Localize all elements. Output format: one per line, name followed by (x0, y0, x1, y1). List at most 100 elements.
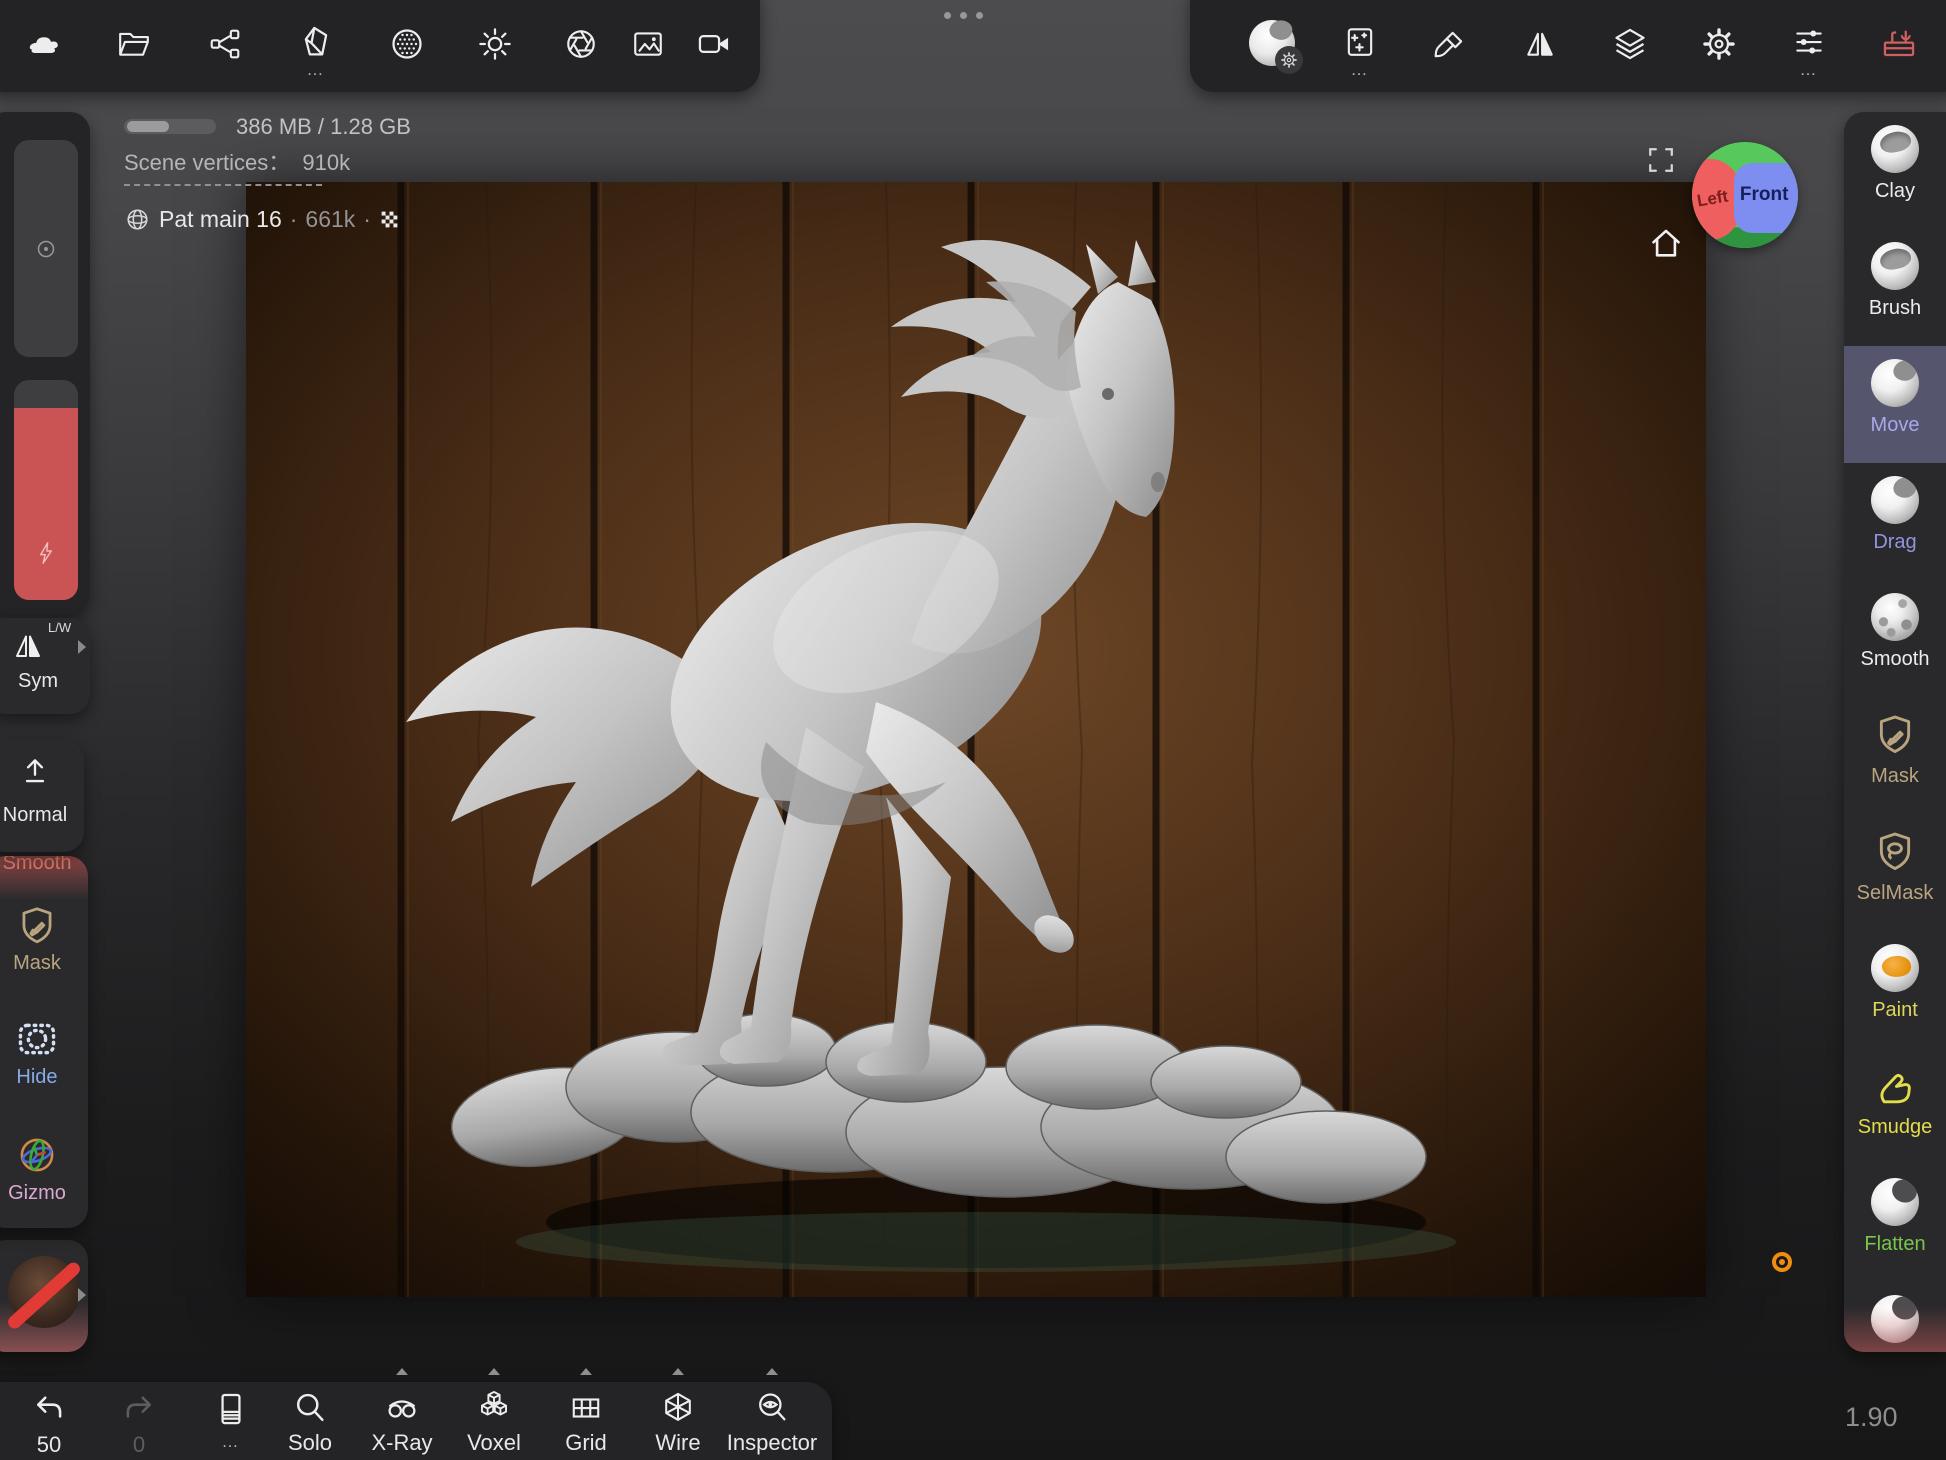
selmask-shield-icon (1872, 829, 1918, 875)
scene-vertices-text: Scene vertices： 910k (124, 145, 350, 177)
gizmo-tool-button[interactable]: Gizmo (0, 1132, 81, 1205)
home-icon (1647, 225, 1685, 263)
brush-item-partial[interactable] (1844, 1282, 1946, 1352)
postprocess-button[interactable] (563, 26, 599, 62)
active-layer-count: 661k (305, 206, 355, 233)
top-right-toolbar (1190, 0, 1946, 92)
brush-item-drag[interactable]: Drag (1844, 463, 1946, 580)
scene-graph-button[interactable] (207, 26, 243, 62)
sun-icon (477, 26, 513, 62)
left-sliders-panel (0, 112, 90, 614)
fullscreen-button[interactable] (1645, 144, 1677, 176)
wire-gem-icon (660, 1390, 696, 1426)
fullscreen-icon (1646, 145, 1676, 175)
redo-button[interactable] (120, 1392, 156, 1428)
brush-item-smudge[interactable]: Smudge (1844, 1048, 1946, 1165)
paint-brush-thumb (1871, 944, 1919, 992)
brush-sidebar: Clay Brush Move Drag Smooth Mask SelMask (1844, 112, 1946, 1352)
xray-glasses-icon (384, 1390, 420, 1426)
brush-preview-button[interactable] (1249, 20, 1295, 66)
wire-button[interactable] (660, 1390, 696, 1426)
viewport-canvas[interactable] (246, 182, 1706, 1297)
brush-item-brush[interactable]: Brush (1844, 229, 1946, 346)
inspector-button[interactable] (754, 1390, 790, 1426)
symmetry-button[interactable] (1522, 26, 1558, 62)
xray-button[interactable] (384, 1390, 420, 1426)
inspector-eye-icon (754, 1390, 790, 1426)
redo-icon (121, 1393, 155, 1427)
nav-orientation-sphere[interactable]: Left Front (1692, 142, 1798, 248)
voxel-button[interactable] (476, 1388, 512, 1424)
intensity-slider[interactable] (14, 380, 78, 600)
hide-tool-button[interactable]: Hide (0, 1016, 81, 1089)
smooth-tool-label[interactable]: Smooth (0, 856, 88, 875)
mesh-primitive-button[interactable] (298, 24, 334, 60)
sparkles-square-icon (1343, 25, 1377, 59)
alpha-disabled-button[interactable] (0, 1240, 88, 1352)
material-button[interactable] (389, 26, 425, 62)
inspector-label: Inspector (717, 1430, 827, 1456)
alpha-expand-arrow[interactable] (78, 1288, 86, 1302)
gear-icon (1701, 26, 1737, 62)
stroke-normal-button[interactable]: Normal (0, 740, 84, 852)
intensity-fill (14, 408, 78, 600)
drag-label: Drag (1873, 531, 1916, 554)
undo-icon (33, 1393, 67, 1427)
checker-icon (379, 209, 400, 230)
layers-button[interactable] (1612, 26, 1648, 62)
background-button[interactable] (630, 26, 666, 62)
memory-usage-text: 386 MB / 1.28 GB (236, 114, 411, 140)
scene-vertices-value: 910k (302, 150, 350, 175)
stamps-button[interactable] (1342, 24, 1378, 60)
toolbox-button[interactable] (1881, 24, 1917, 60)
paint-button[interactable] (1432, 26, 1468, 62)
stamps-more-indicator: … (1342, 60, 1378, 80)
undo-button[interactable] (32, 1392, 68, 1428)
app-screen: … … … 386 MB / 1.28 GB Scene vertices： 9… (0, 0, 1946, 1460)
brush-item-mask[interactable]: Mask (1844, 697, 1946, 814)
sym-expand-arrow[interactable] (78, 640, 86, 654)
grid-options-arrow (580, 1368, 592, 1375)
grid-icon (569, 1391, 603, 1425)
node-graph-icon (208, 27, 242, 61)
status-separator (124, 184, 322, 186)
brush-item-flatten[interactable]: Flatten (1844, 1165, 1946, 1282)
paintbrush-icon (1433, 27, 1467, 61)
lighting-button[interactable] (477, 26, 513, 62)
grid-button[interactable] (568, 1390, 604, 1426)
active-layer-name: Pat main 16 (159, 206, 282, 233)
app-logo-button[interactable] (25, 26, 61, 62)
files-button[interactable] (116, 26, 152, 62)
symmetry-panel[interactable]: L/W Sym (0, 618, 90, 714)
smudge-label: Smudge (1858, 1116, 1933, 1139)
toolbar-handle[interactable] (944, 12, 983, 19)
camera-button[interactable] (696, 26, 732, 62)
radius-slider[interactable] (14, 140, 78, 357)
topology-sliders-button[interactable] (1791, 24, 1827, 60)
brush-item-clay[interactable]: Clay (1844, 112, 1946, 229)
brush-settings-badge[interactable] (1275, 46, 1303, 74)
settings-button[interactable] (1701, 26, 1737, 62)
scene-vertices-label: Scene vertices： (124, 150, 290, 175)
layers-icon (1612, 26, 1648, 62)
mask-shield-icon (1872, 712, 1918, 758)
active-layer-row[interactable]: Pat main 16 · 661k · (124, 206, 400, 233)
solo-label: Solo (265, 1430, 355, 1456)
history-button[interactable] (212, 1390, 250, 1428)
brush-item-selmask[interactable]: SelMask (1844, 814, 1946, 931)
paint-label: Paint (1872, 999, 1918, 1022)
symmetry-icon (1523, 27, 1557, 61)
solo-button[interactable] (292, 1390, 328, 1426)
brush-brush-thumb (1871, 242, 1919, 290)
selmask-label: SelMask (1857, 882, 1934, 905)
normal-label: Normal (0, 804, 84, 827)
brush-item-paint[interactable]: Paint (1844, 931, 1946, 1048)
mask-label: Mask (1871, 765, 1919, 788)
zoom-readout: 1.90 (1845, 1402, 1898, 1433)
sliders-icon (1792, 25, 1826, 59)
brush-item-smooth[interactable]: Smooth (1844, 580, 1946, 697)
home-view-button[interactable] (1646, 224, 1686, 264)
mask-tool-button[interactable]: Mask (0, 904, 81, 975)
brush-item-move-selected[interactable]: Move (1844, 346, 1946, 463)
gear-badge-icon (1280, 51, 1298, 69)
